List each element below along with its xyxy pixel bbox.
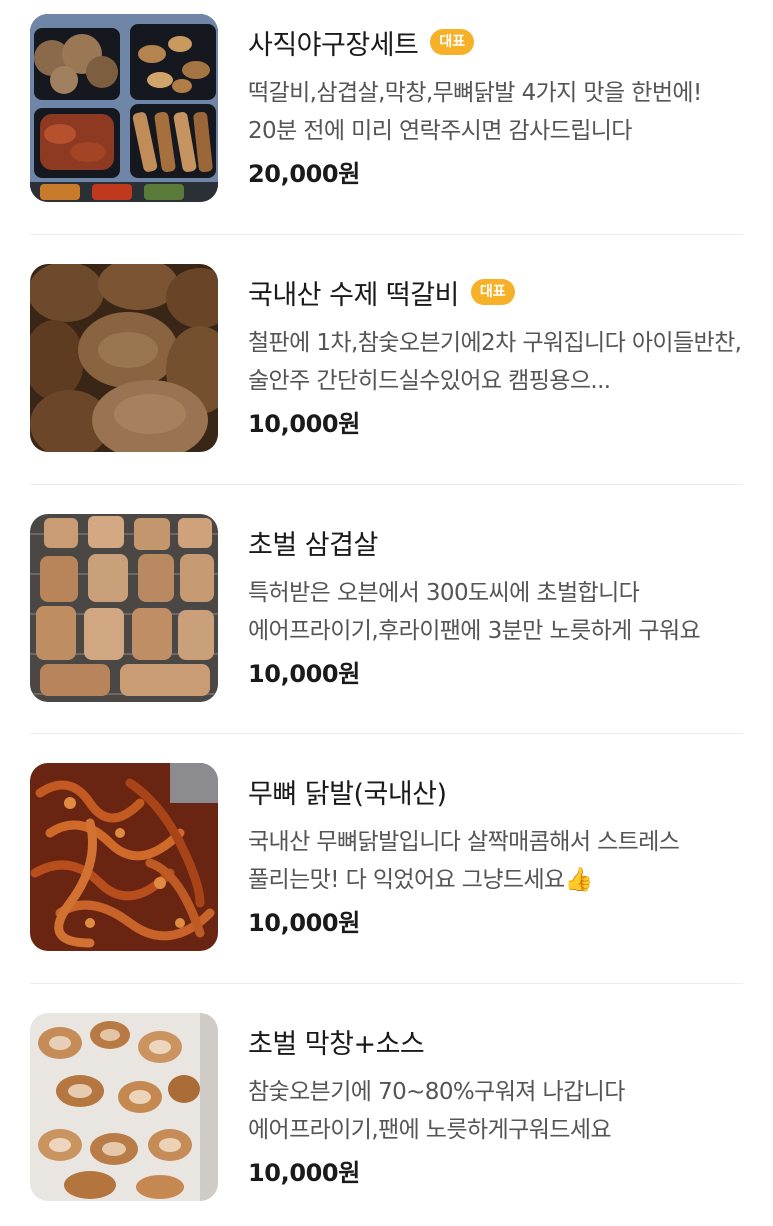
divider	[30, 484, 743, 485]
menu-item-description: 특허받은 오븐에서 300도씨에 초벌합니다 에어프라이기,후라이팬에 3분만 …	[248, 580, 701, 644]
menu-item-info: 국내산 수제 떡갈비 대표 철판에 1차,참숯오븐기에2차 구워집니다 아이들반…	[248, 264, 744, 439]
menu-item-description: 떡갈비,삼겹살,막창,무뼈닭발 4가지 맛을 한번에! 20분 전에 미리 연락…	[248, 80, 702, 144]
menu-item-info: 초벌 막창+소스 참숯오븐기에 70~80%구워져 나갑니다 에어프라이기,팬에…	[248, 1013, 744, 1188]
representative-badge: 대표	[430, 29, 475, 55]
menu-item-info: 사직야구장세트 대표 떡갈비,삼겹살,막창,무뼈닭발 4가지 맛을 한번에! 2…	[248, 14, 744, 189]
menu-item-price: 10,000원	[248, 1159, 360, 1187]
menu-item-makchang[interactable]: 초벌 막창+소스 참숯오븐기에 70~80%구워져 나갑니다 에어프라이기,팬에…	[30, 1013, 743, 1203]
divider	[30, 983, 743, 984]
menu-item-title: 국내산 수제 떡갈비	[248, 279, 459, 311]
menu-item-description: 국내산 무뼈닭발입니다 살짝매콤해서 스트레스 풀리는맛! 다 익었어요 그냥드…	[248, 829, 680, 893]
menu-item-price: 20,000원	[248, 160, 360, 188]
menu-item-tteokgalbi[interactable]: 국내산 수제 떡갈비 대표 철판에 1차,참숯오븐기에2차 구워집니다 아이들반…	[30, 264, 743, 454]
menu-item-description: 철판에 1차,참숯오븐기에2차 구워집니다 아이들반찬,술안주 간단히드실수있어…	[248, 330, 742, 394]
menu-item-info: 초벌 삼겹살 특허받은 오븐에서 300도씨에 초벌합니다 에어프라이기,후라이…	[248, 514, 744, 689]
menu-list: 사직야구장세트 대표 떡갈비,삼겹살,막창,무뼈닭발 4가지 맛을 한번에! 2…	[0, 0, 773, 1226]
menu-item-price: 10,000원	[248, 660, 360, 688]
divider	[30, 733, 743, 734]
tteokgalbi-photo	[30, 264, 218, 452]
menu-item-title: 무뼈 닭발(국내산)	[248, 778, 447, 810]
chicken-feet-photo	[30, 763, 218, 951]
representative-badge: 대표	[470, 279, 515, 305]
pork-belly-photo	[30, 514, 218, 702]
menu-item-chicken-feet[interactable]: 무뼈 닭발(국내산) 국내산 무뼈닭발입니다 살짝매콤해서 스트레스 풀리는맛!…	[30, 763, 743, 953]
menu-item-title: 초벌 막창+소스	[248, 1028, 425, 1060]
menu-item-title: 사직야구장세트	[248, 29, 419, 61]
menu-item-description: 참숯오븐기에 70~80%구워져 나갑니다 에어프라이기,팬에 노릇하게구워드세…	[248, 1079, 625, 1143]
divider	[30, 234, 743, 235]
menu-item-title: 초벌 삼겹살	[248, 529, 378, 561]
menu-item-price: 10,000원	[248, 410, 360, 438]
menu-item-info: 무뼈 닭발(국내산) 국내산 무뼈닭발입니다 살짝매콤해서 스트레스 풀리는맛!…	[248, 763, 744, 938]
menu-item-price: 10,000원	[248, 909, 360, 937]
menu-item-pork-belly[interactable]: 초벌 삼겹살 특허받은 오븐에서 300도씨에 초벌합니다 에어프라이기,후라이…	[30, 514, 743, 704]
menu-item-sajik-set[interactable]: 사직야구장세트 대표 떡갈비,삼겹살,막창,무뼈닭발 4가지 맛을 한번에! 2…	[30, 14, 743, 204]
makchang-photo	[30, 1013, 218, 1201]
bento-box-photo	[30, 14, 218, 202]
